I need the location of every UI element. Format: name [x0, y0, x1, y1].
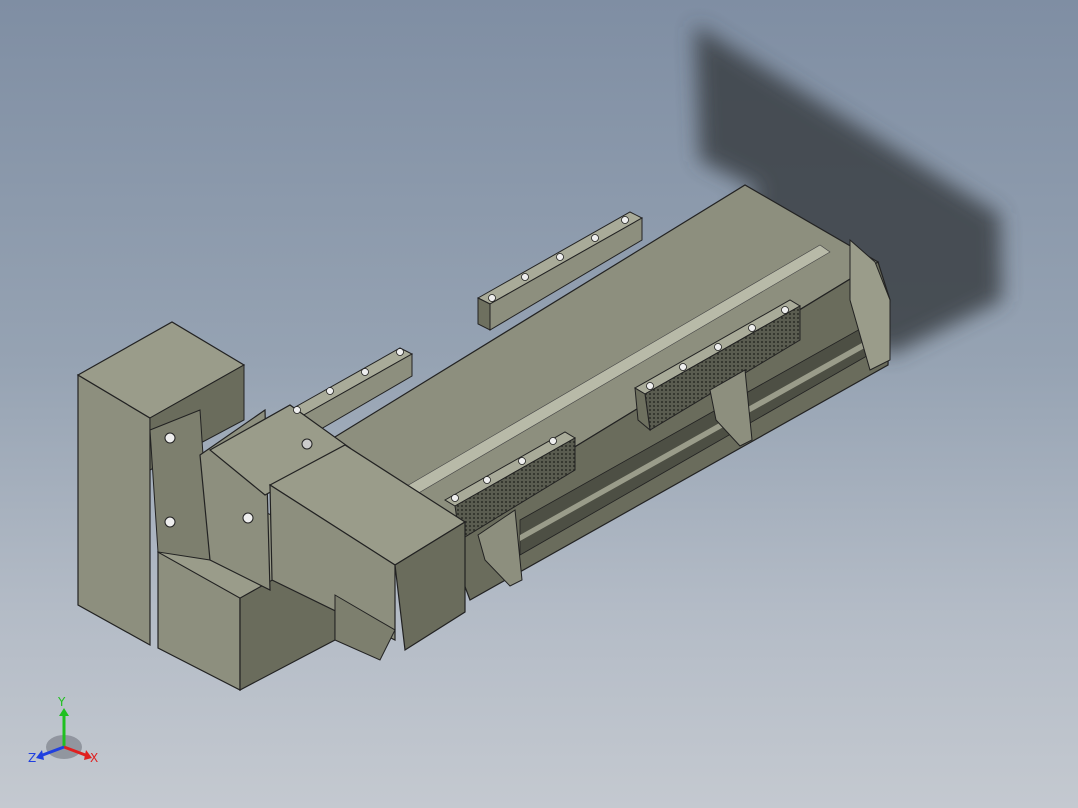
flange-bolt-icon	[164, 432, 176, 444]
cad-viewport[interactable]: Y X Z	[0, 0, 1078, 808]
linear-actuator-model[interactable]	[0, 0, 1078, 808]
y-axis-label: Y	[57, 695, 66, 709]
drive-bolt-icon	[301, 438, 313, 450]
coordinate-triad[interactable]: Y X Z	[22, 692, 112, 772]
flange-front	[149, 409, 211, 561]
rear-rail-face	[477, 297, 491, 331]
flange-bolt-icon	[164, 516, 176, 528]
z-axis-label: Z	[28, 751, 36, 765]
drive-bolt-icon	[242, 512, 254, 524]
motor-mount-front	[77, 373, 151, 647]
x-axis-label: X	[90, 751, 98, 765]
z-arrow-icon	[36, 750, 44, 760]
y-arrow-icon	[59, 708, 69, 716]
